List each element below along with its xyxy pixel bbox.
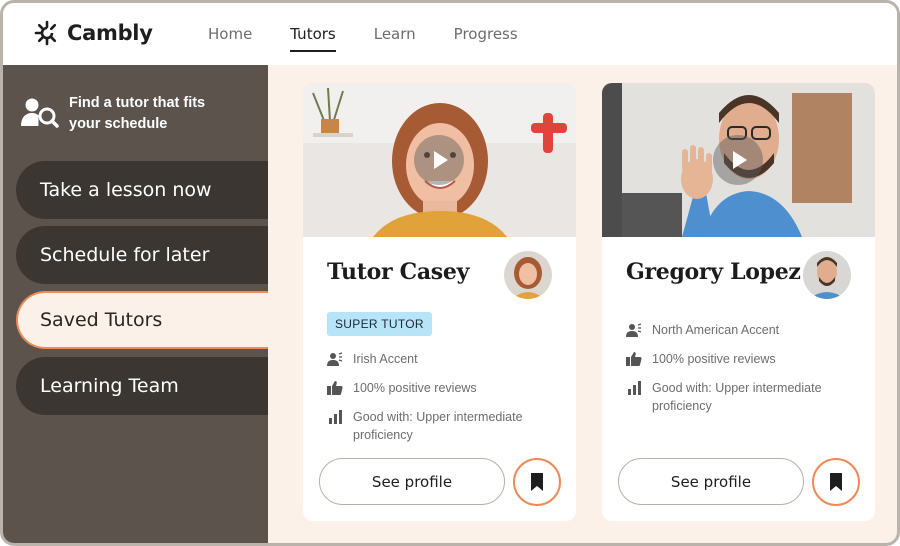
tutor-card: Gregory Lopez North American Accent 100%…: [602, 83, 875, 521]
nav-tutors[interactable]: Tutors: [290, 3, 337, 65]
bar-chart-icon: [628, 381, 641, 395]
level-text: Good with: Upper intermediate proficienc…: [353, 410, 523, 442]
reviews-text: 100% positive reviews: [353, 381, 477, 395]
thumbs-up-icon: [626, 352, 642, 366]
see-profile-button[interactable]: See profile: [319, 458, 505, 505]
see-profile-button[interactable]: See profile: [618, 458, 804, 505]
play-video-button[interactable]: [414, 135, 464, 185]
schedule-for-later-button[interactable]: Schedule for later: [16, 226, 268, 284]
play-video-button[interactable]: [713, 135, 763, 185]
play-icon: [733, 151, 747, 169]
play-icon: [434, 151, 448, 169]
reviews-text: 100% positive reviews: [652, 352, 776, 366]
take-lesson-now-button[interactable]: Take a lesson now: [16, 161, 268, 219]
bookmark-icon: [830, 473, 842, 491]
find-tutor-prompt[interactable]: Find a tutor that fits your schedule: [19, 93, 239, 135]
avatar: [803, 251, 851, 299]
level-feature: Good with: Upper intermediate proficienc…: [327, 408, 557, 444]
tutor-name[interactable]: Gregory Lopez: [626, 259, 801, 285]
person-speech-icon: [327, 352, 343, 366]
bookmark-icon: [531, 473, 543, 491]
find-tutor-icon: [21, 98, 59, 128]
accent-feature: Irish Accent: [327, 350, 557, 368]
nav-home[interactable]: Home: [208, 3, 252, 65]
bar-chart-icon: [329, 410, 342, 424]
accent-text: North American Accent: [652, 323, 780, 337]
tutor-card: Tutor Casey SUPER TUTOR Irish Accent 100…: [303, 83, 576, 521]
accent-text: Irish Accent: [353, 352, 418, 366]
sidebar: Find a tutor that fits your schedule Tak…: [3, 65, 268, 543]
tutor-video-thumbnail[interactable]: [303, 83, 576, 237]
app-window: Cambly Home Tutors Learn Progress Find a…: [0, 0, 900, 546]
reviews-feature: 100% positive reviews: [327, 379, 557, 397]
tutor-video-thumbnail[interactable]: [602, 83, 875, 237]
nav-learn[interactable]: Learn: [374, 3, 416, 65]
brand-name: Cambly: [67, 21, 153, 45]
level-text: Good with: Upper intermediate proficienc…: [652, 381, 822, 413]
reviews-feature: 100% positive reviews: [626, 350, 856, 368]
accent-feature: North American Accent: [626, 321, 856, 339]
super-tutor-badge: SUPER TUTOR: [327, 312, 432, 336]
save-tutor-button[interactable]: [513, 458, 561, 506]
save-tutor-button[interactable]: [812, 458, 860, 506]
avatar: [504, 251, 552, 299]
main-nav: Home Tutors Learn Progress: [208, 3, 556, 65]
learning-team-button[interactable]: Learning Team: [16, 357, 268, 415]
top-nav-bar: Cambly Home Tutors Learn Progress: [3, 3, 897, 65]
person-speech-icon: [626, 323, 642, 337]
nav-progress[interactable]: Progress: [454, 3, 518, 65]
cambly-logo-icon: [34, 20, 57, 46]
brand[interactable]: Cambly: [33, 19, 153, 47]
thumbs-up-icon: [327, 381, 343, 395]
saved-tutors-button[interactable]: Saved Tutors: [16, 291, 268, 349]
tutor-name[interactable]: Tutor Casey: [327, 259, 469, 285]
find-tutor-text: Find a tutor that fits your schedule: [69, 95, 206, 132]
level-feature: Good with: Upper intermediate proficienc…: [626, 379, 856, 415]
